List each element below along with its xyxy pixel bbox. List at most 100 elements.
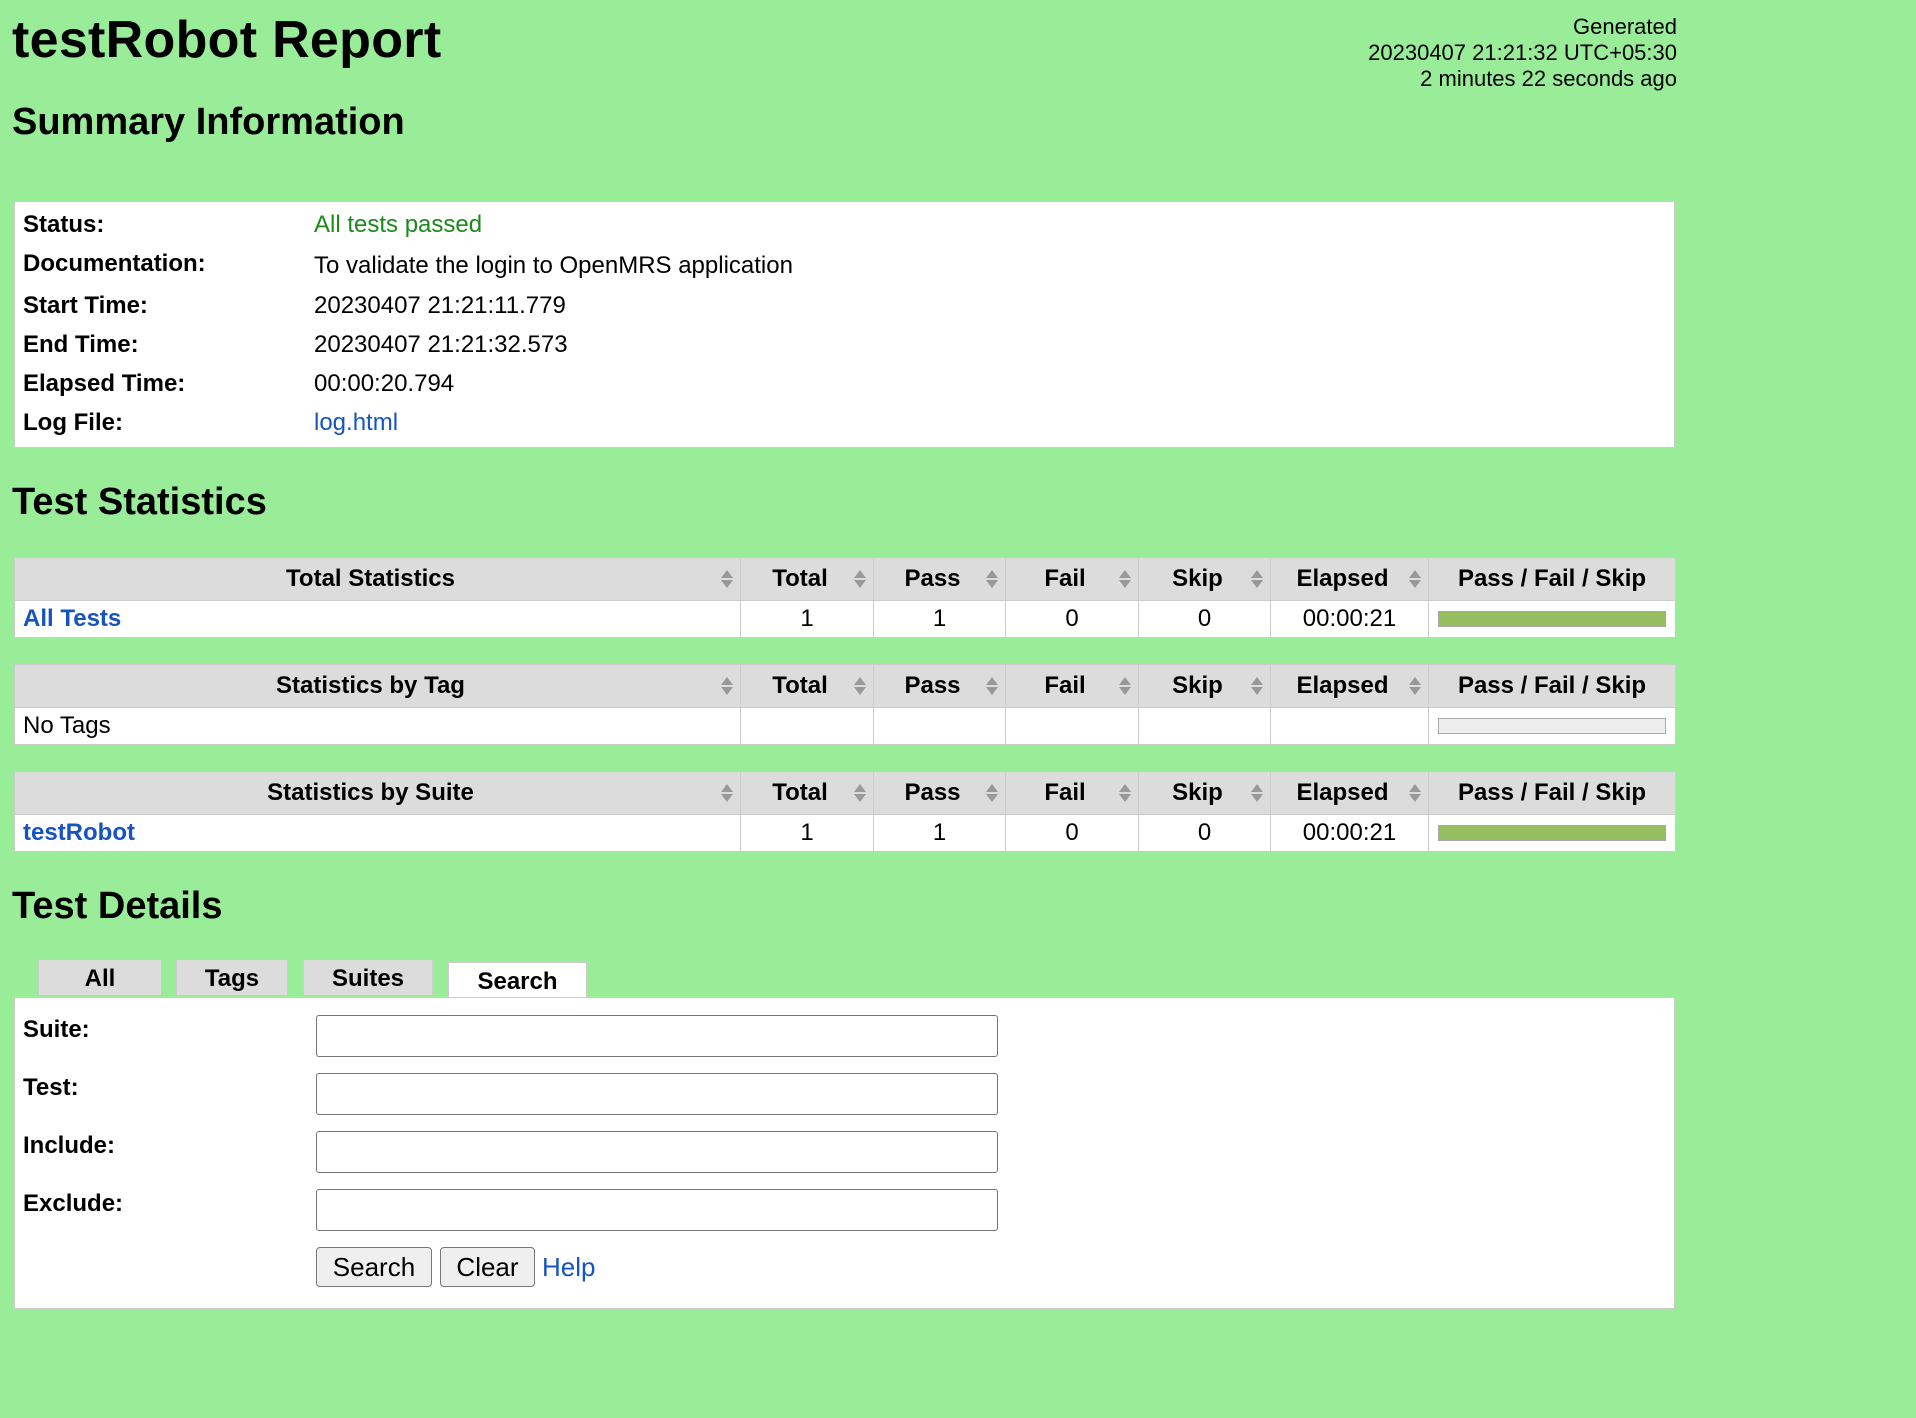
- sort-header-elapsed[interactable]: Elapsed: [1270, 664, 1429, 708]
- sort-icon: [1118, 783, 1132, 803]
- summary-key: Start Time:: [23, 292, 148, 319]
- table-header-row: Statistics by Suite Total Pass Fail Skip…: [14, 771, 1676, 815]
- end-time-value: 20230407 21:21:32.573: [314, 331, 568, 358]
- start-time-value: 20230407 21:21:11.779: [314, 292, 566, 319]
- summary-heading: Summary Information: [12, 101, 405, 143]
- report-page: testRobot Report Generated 20230407 21:2…: [0, 0, 1916, 1418]
- sort-header-pass[interactable]: Pass: [873, 771, 1006, 815]
- tab-all[interactable]: All: [38, 959, 162, 995]
- include-input[interactable]: [316, 1131, 998, 1173]
- generated-label: Generated: [1573, 14, 1677, 39]
- stat-total: 1: [740, 600, 874, 638]
- suite-link[interactable]: testRobot: [23, 819, 135, 846]
- summary-row-start-time: Start Time: 20230407 21:21:11.779: [23, 288, 1663, 324]
- summary-key: End Time:: [23, 331, 139, 358]
- sort-header-pass[interactable]: Pass: [873, 557, 1006, 601]
- stat-skip: 0: [1138, 600, 1271, 638]
- search-button[interactable]: Search: [316, 1247, 432, 1287]
- status-value: All tests passed: [314, 211, 483, 238]
- sort-header-fail[interactable]: Fail: [1005, 557, 1139, 601]
- exclude-label: Exclude:: [23, 1190, 124, 1217]
- sort-header-skip[interactable]: Skip: [1138, 557, 1271, 601]
- log-file-link[interactable]: log.html: [314, 405, 398, 441]
- pass-fail-skip-bar[interactable]: [1438, 825, 1666, 841]
- sort-header-skip[interactable]: Skip: [1138, 771, 1271, 815]
- documentation-value: To validate the login to OpenMRS applica…: [314, 252, 793, 279]
- sort-header-pass[interactable]: Pass: [873, 664, 1006, 708]
- stat-pass: [873, 707, 1006, 745]
- sort-header-total[interactable]: Total: [740, 771, 874, 815]
- tab-search[interactable]: Search: [448, 962, 587, 998]
- sort-icon: [853, 569, 867, 589]
- sort-header-name[interactable]: Total Statistics: [14, 557, 741, 601]
- sort-icon: [720, 569, 734, 589]
- exclude-input[interactable]: [316, 1189, 998, 1231]
- sort-header-skip[interactable]: Skip: [1138, 664, 1271, 708]
- sort-icon: [985, 783, 999, 803]
- summary-row-status: Status: All tests passed: [23, 207, 1663, 243]
- help-link[interactable]: Help: [542, 1252, 595, 1283]
- sort-icon: [1250, 569, 1264, 589]
- sort-header-fail[interactable]: Fail: [1005, 771, 1139, 815]
- sort-icon: [985, 569, 999, 589]
- header-pass-fail-skip: Pass / Fail / Skip: [1428, 557, 1676, 601]
- stat-graph-cell: [1428, 814, 1676, 852]
- summary-key: Documentation:: [23, 250, 206, 277]
- elapsed-time-value: 00:00:20.794: [314, 370, 455, 397]
- details-heading: Test Details: [12, 885, 223, 927]
- sort-icon: [985, 676, 999, 696]
- pass-bar-fill: [1439, 826, 1665, 840]
- sort-icon: [720, 783, 734, 803]
- all-tests-link[interactable]: All Tests: [23, 605, 121, 632]
- sort-header-name[interactable]: Statistics by Suite: [14, 771, 741, 815]
- sort-icon: [720, 676, 734, 696]
- summary-row-elapsed-time: Elapsed Time: 00:00:20.794: [23, 366, 1663, 402]
- report-title: testRobot Report: [12, 11, 442, 69]
- sort-header-total[interactable]: Total: [740, 664, 874, 708]
- stat-fail: 0: [1005, 814, 1139, 852]
- summary-box: Status: All tests passed Documentation: …: [14, 201, 1675, 448]
- stat-fail: 0: [1005, 600, 1139, 638]
- stat-skip: 0: [1138, 814, 1271, 852]
- header-pass-fail-skip: Pass / Fail / Skip: [1428, 771, 1676, 815]
- summary-key: Log File:: [23, 409, 123, 436]
- suite-input[interactable]: [316, 1015, 998, 1057]
- summary-row-log-file: Log File: log.html: [23, 405, 1663, 441]
- sort-header-name[interactable]: Statistics by Tag: [14, 664, 741, 708]
- summary-key: Status:: [23, 211, 105, 238]
- sort-header-elapsed[interactable]: Elapsed: [1270, 771, 1429, 815]
- tab-suites[interactable]: Suites: [303, 959, 433, 995]
- pass-bar-fill: [1439, 612, 1665, 626]
- search-panel: Suite: Test: Include: Exclude: Search Cl…: [14, 997, 1675, 1309]
- stat-graph-cell: [1428, 600, 1676, 638]
- pass-fail-skip-bar[interactable]: [1438, 611, 1666, 627]
- generated-time: 20230407 21:21:32 UTC+05:30: [1368, 40, 1677, 65]
- stat-total: [740, 707, 874, 745]
- suite-statistics-table: Statistics by Suite Total Pass Fail Skip…: [14, 771, 1676, 852]
- clear-button[interactable]: Clear: [440, 1247, 535, 1287]
- stat-elapsed: [1270, 707, 1429, 745]
- sort-icon: [1118, 676, 1132, 696]
- stat-pass: 1: [873, 814, 1006, 852]
- sort-icon: [1250, 676, 1264, 696]
- sort-header-total[interactable]: Total: [740, 557, 874, 601]
- stat-name-cell: testRobot: [14, 814, 741, 852]
- table-row: testRobot 1 1 0 0 00:00:21: [14, 814, 1676, 852]
- sort-header-fail[interactable]: Fail: [1005, 664, 1139, 708]
- stat-name-cell: All Tests: [14, 600, 741, 638]
- stat-total: 1: [740, 814, 874, 852]
- statistics-heading: Test Statistics: [12, 481, 267, 523]
- table-row: No Tags: [14, 707, 1676, 745]
- stat-skip: [1138, 707, 1271, 745]
- tab-tags[interactable]: Tags: [176, 959, 288, 995]
- sort-header-elapsed[interactable]: Elapsed: [1270, 557, 1429, 601]
- table-header-row: Statistics by Tag Total Pass Fail Skip E…: [14, 664, 1676, 708]
- sort-icon: [1250, 783, 1264, 803]
- summary-row-end-time: End Time: 20230407 21:21:32.573: [23, 327, 1663, 363]
- sort-icon: [853, 783, 867, 803]
- test-input[interactable]: [316, 1073, 998, 1115]
- stat-graph-cell: [1428, 707, 1676, 745]
- pass-fail-skip-bar: [1438, 718, 1666, 734]
- include-label: Include:: [23, 1132, 116, 1159]
- no-tags-cell: No Tags: [14, 707, 741, 745]
